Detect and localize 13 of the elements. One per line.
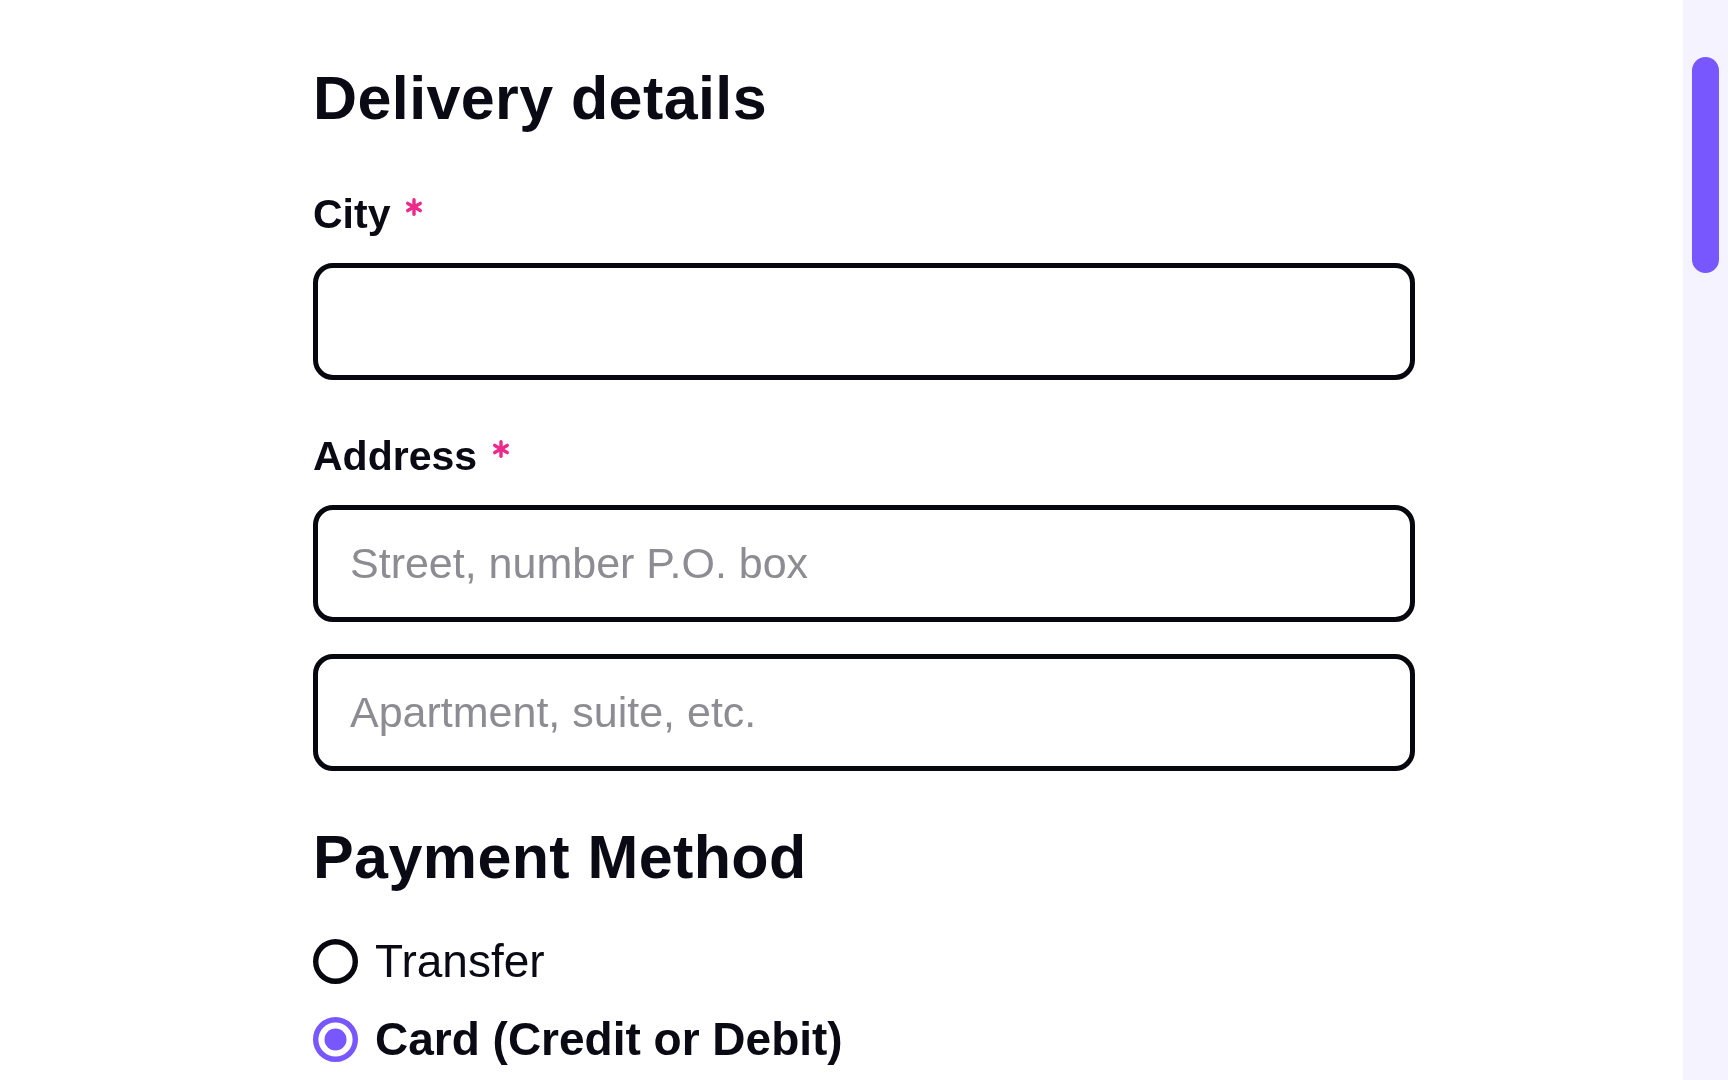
radio-button[interactable] <box>313 938 358 984</box>
text-input[interactable]: Street, number P.O. box <box>313 505 1415 622</box>
radio-label[interactable]: Card (Credit or Debit) <box>375 1013 843 1065</box>
text-input[interactable]: Apartment, suite, etc. <box>313 654 1415 771</box>
field-label: City <box>313 190 391 239</box>
text-input[interactable] <box>313 263 1415 380</box>
radio-label[interactable]: Transfer <box>375 935 545 987</box>
field-label: Address <box>313 432 478 481</box>
scrollbar-thumb[interactable] <box>1692 57 1719 273</box>
radio-button[interactable] <box>313 1016 358 1062</box>
scrollbar-track[interactable] <box>1683 0 1728 1080</box>
section-heading: Delivery details <box>313 63 767 134</box>
section-heading: Payment Method <box>313 822 807 893</box>
